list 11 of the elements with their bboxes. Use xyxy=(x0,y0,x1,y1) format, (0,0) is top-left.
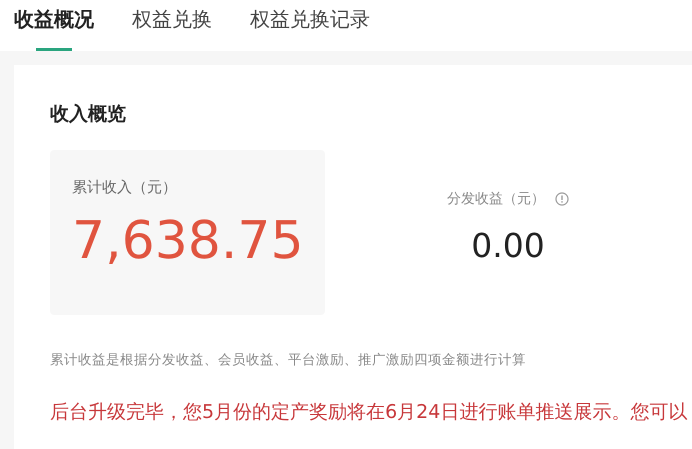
total-income-label: 累计收入（元） xyxy=(72,178,177,197)
distribution-income-label: 分发收益（元） xyxy=(447,190,545,208)
section-title: 收入概览 xyxy=(50,102,127,127)
info-icon xyxy=(555,192,569,206)
income-note: 累计收益是根据分发收益、会员收益、平台激励、推广激励四项金额进行计算 xyxy=(50,351,527,369)
total-income-value: 7,638.75 xyxy=(72,211,304,271)
distribution-income-value: 0.00 xyxy=(471,226,545,265)
notice-text: 后台升级完毕，您5月份的定产奖励将在6月24日进行账单推送展示。您可以 xyxy=(50,400,688,425)
tab[interactable]: 收益概况 xyxy=(14,4,94,51)
tab[interactable]: 权益兑换 xyxy=(132,4,212,51)
tab[interactable]: 权益兑换记录 xyxy=(250,4,370,51)
